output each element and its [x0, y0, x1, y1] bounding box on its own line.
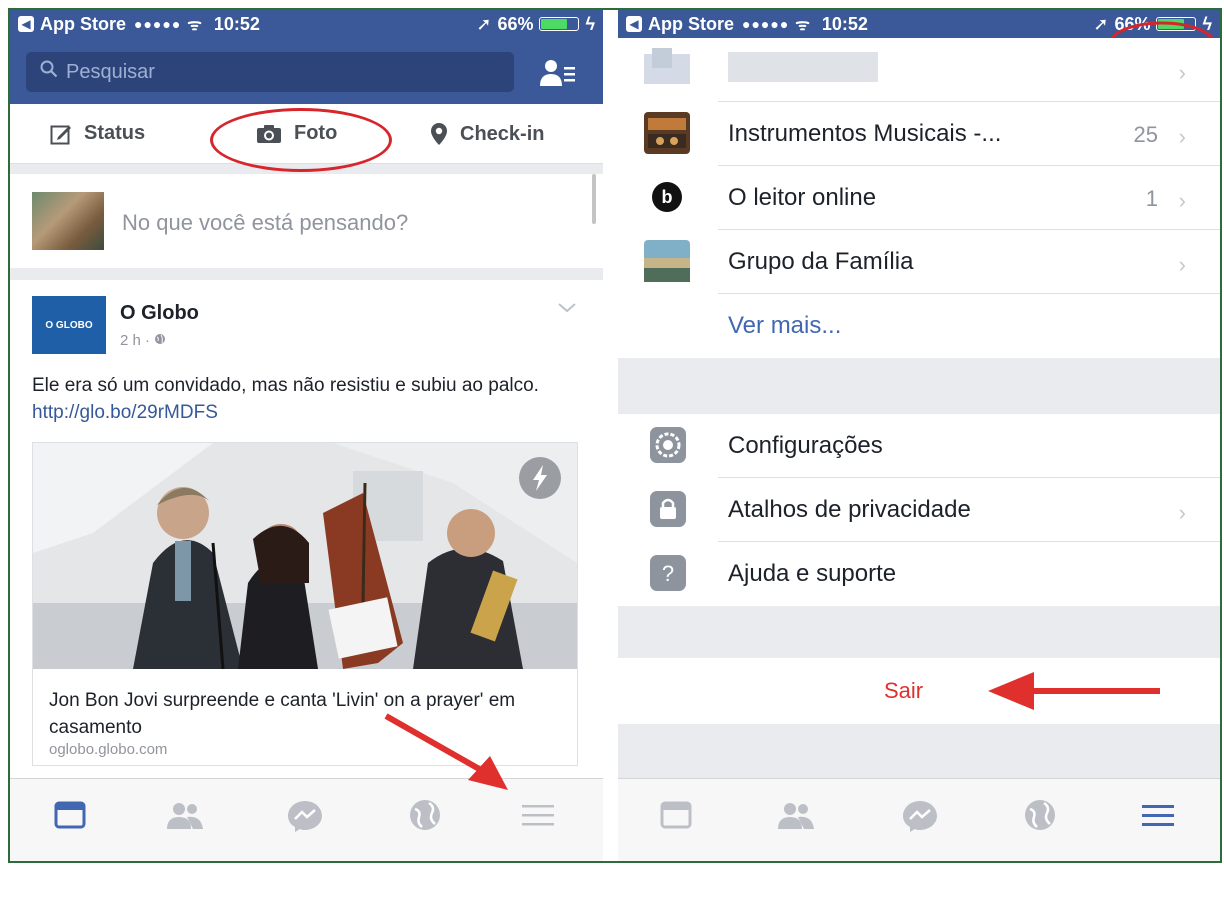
friends-icon[interactable] [776, 797, 816, 833]
post-body: Ele era só um convidado, mas não resisti… [32, 375, 539, 396]
menu-row-privacidade[interactable]: Atalhos de privacidade › [618, 478, 1220, 542]
instant-article-lightning-icon [519, 457, 561, 499]
privacy-lock-icon [650, 491, 686, 527]
signal-icon: ●●●●● [742, 16, 790, 32]
status-carrier: App Store [648, 13, 735, 34]
left-phone-screen: ◀ App Store ●●●●● ᯤ 10:52 ➚ 66% ϟ Pesqui… [10, 10, 603, 861]
scrollbar[interactable] [592, 174, 596, 224]
app-header: Pesquisar [10, 38, 603, 104]
menu-item-label: Configurações [728, 432, 883, 459]
notifications-globe-icon[interactable] [1020, 797, 1060, 833]
phone-divider [603, 10, 618, 861]
annotation-arrow-to-menu [384, 713, 508, 790]
menu-row-grupo-familia[interactable]: Grupo da Família › [618, 230, 1220, 294]
news-feed-icon[interactable] [656, 797, 696, 833]
checkin-label: Check-in [460, 122, 545, 145]
friend-requests-icon[interactable] [540, 58, 576, 88]
battery-percent: 66% [497, 13, 534, 34]
chevron-right-icon: › [1178, 124, 1186, 149]
search-placeholder: Pesquisar [66, 60, 155, 83]
messenger-icon[interactable] [285, 797, 325, 833]
menu-icon[interactable] [518, 797, 558, 833]
wifi-icon: ᯤ [187, 17, 202, 34]
status-time: 10:52 [213, 13, 260, 34]
status-carrier: App Store [40, 13, 127, 34]
ver-mais-row[interactable]: Ver mais... [618, 294, 1220, 358]
menu-item-label: Ajuda e suporte [728, 560, 897, 587]
photo-annotation-circle [210, 108, 392, 172]
menu-row-leitor-online[interactable]: b O leitor online 1 › [618, 166, 1220, 230]
help-question-icon: ? [650, 555, 686, 591]
post-author[interactable]: O Globo [120, 302, 199, 325]
blurred-group-icon [644, 48, 690, 84]
location-pin-icon [431, 123, 447, 145]
notifications-globe-icon[interactable] [405, 797, 445, 833]
edit-icon [50, 125, 71, 144]
annotation-arrow-to-logout [988, 672, 1160, 710]
battery-icon [539, 17, 580, 31]
svg-text:?: ? [662, 561, 674, 586]
menu-item-label: Atalhos de privacidade [728, 496, 971, 523]
chevron-right-icon: › [1178, 252, 1186, 277]
svg-text:b: b [662, 187, 673, 207]
status-time: 10:52 [821, 13, 868, 34]
menu-row-ajuda[interactable]: ? Ajuda e suporte [618, 542, 1220, 606]
back-to-app-icon[interactable]: ◀ [626, 16, 642, 32]
chevron-right-icon: › [1178, 60, 1186, 85]
status-button[interactable]: Status [50, 122, 145, 145]
post-timestamp: 2 h · [120, 332, 166, 349]
chevron-down-icon[interactable] [558, 302, 576, 314]
blurred-label [728, 52, 878, 82]
status-label: Status [84, 122, 146, 144]
friends-icon[interactable] [165, 797, 205, 833]
settings-gear-icon [650, 427, 686, 463]
user-avatar[interactable] [32, 192, 104, 250]
section-spacer [618, 358, 1220, 414]
section-spacer [618, 606, 1220, 658]
post-text: Ele era só um convidado, mas não resisti… [32, 372, 572, 426]
group-instruments-icon [644, 112, 690, 154]
menu-item-count: 25 [1133, 122, 1158, 147]
charging-icon: ϟ [585, 13, 595, 34]
menu-row-instrumentos[interactable]: Instrumentos Musicais -... 25 › [618, 102, 1220, 166]
checkin-button[interactable]: Check-in [430, 122, 544, 146]
group-family-icon [644, 240, 690, 282]
link-domain: oglobo.globo.com [49, 741, 168, 758]
tab-bar [618, 778, 1220, 861]
link-preview-image[interactable] [33, 443, 577, 669]
signal-icon: ●●●●● [134, 16, 182, 32]
menu-item-label: Instrumentos Musicais -... [728, 120, 1002, 147]
composer-prompt[interactable]: No que você está pensando? [122, 210, 408, 236]
feed-post: O GLOBO O Globo 2 h · Ele era só um conv… [10, 280, 603, 780]
chevron-right-icon: › [1178, 188, 1186, 213]
search-input[interactable]: Pesquisar [26, 52, 514, 92]
messenger-icon[interactable] [900, 797, 940, 833]
menu-item-count: 1 [1145, 186, 1158, 211]
battery-fill [541, 19, 567, 29]
menu-item-label: Grupo da Família [728, 248, 914, 275]
menu-item-label: O leitor online [728, 184, 877, 211]
menu-icon[interactable] [1138, 797, 1178, 833]
see-more-link[interactable]: Ver mais... [728, 312, 841, 340]
post-time: 2 h · [120, 332, 155, 349]
location-arrow-icon: ➚ [476, 13, 492, 34]
page-avatar[interactable]: O GLOBO [32, 296, 106, 354]
band-photo [33, 443, 577, 669]
status-composer[interactable]: No que você está pensando? [10, 174, 603, 268]
screenshot-frame: ◀ App Store ●●●●● ᯤ 10:52 ➚ 66% ϟ Pesqui… [8, 8, 1222, 863]
status-bar: ◀ App Store ●●●●● ᯤ 10:52 ➚ 66% ϟ [10, 10, 603, 38]
chevron-right-icon: › [1178, 500, 1186, 525]
wifi-icon: ᯤ [795, 17, 810, 34]
news-feed-icon[interactable] [50, 797, 90, 833]
logout-button[interactable]: Sair [884, 678, 923, 704]
back-to-app-icon[interactable]: ◀ [18, 16, 34, 32]
search-icon [40, 60, 58, 84]
menu-row-configuracoes[interactable]: Configurações [618, 414, 1220, 478]
right-phone-screen: ◀ App Store ●●●●● ᯤ 10:52 ➚ 66% ϟ › Inst… [618, 10, 1220, 861]
public-globe-icon [155, 334, 166, 344]
section-spacer [618, 724, 1220, 778]
post-link[interactable]: http://glo.bo/29rMDFS [32, 402, 218, 423]
menu-row-blurred[interactable]: › [618, 38, 1220, 102]
leitor-online-icon: b [652, 182, 682, 212]
